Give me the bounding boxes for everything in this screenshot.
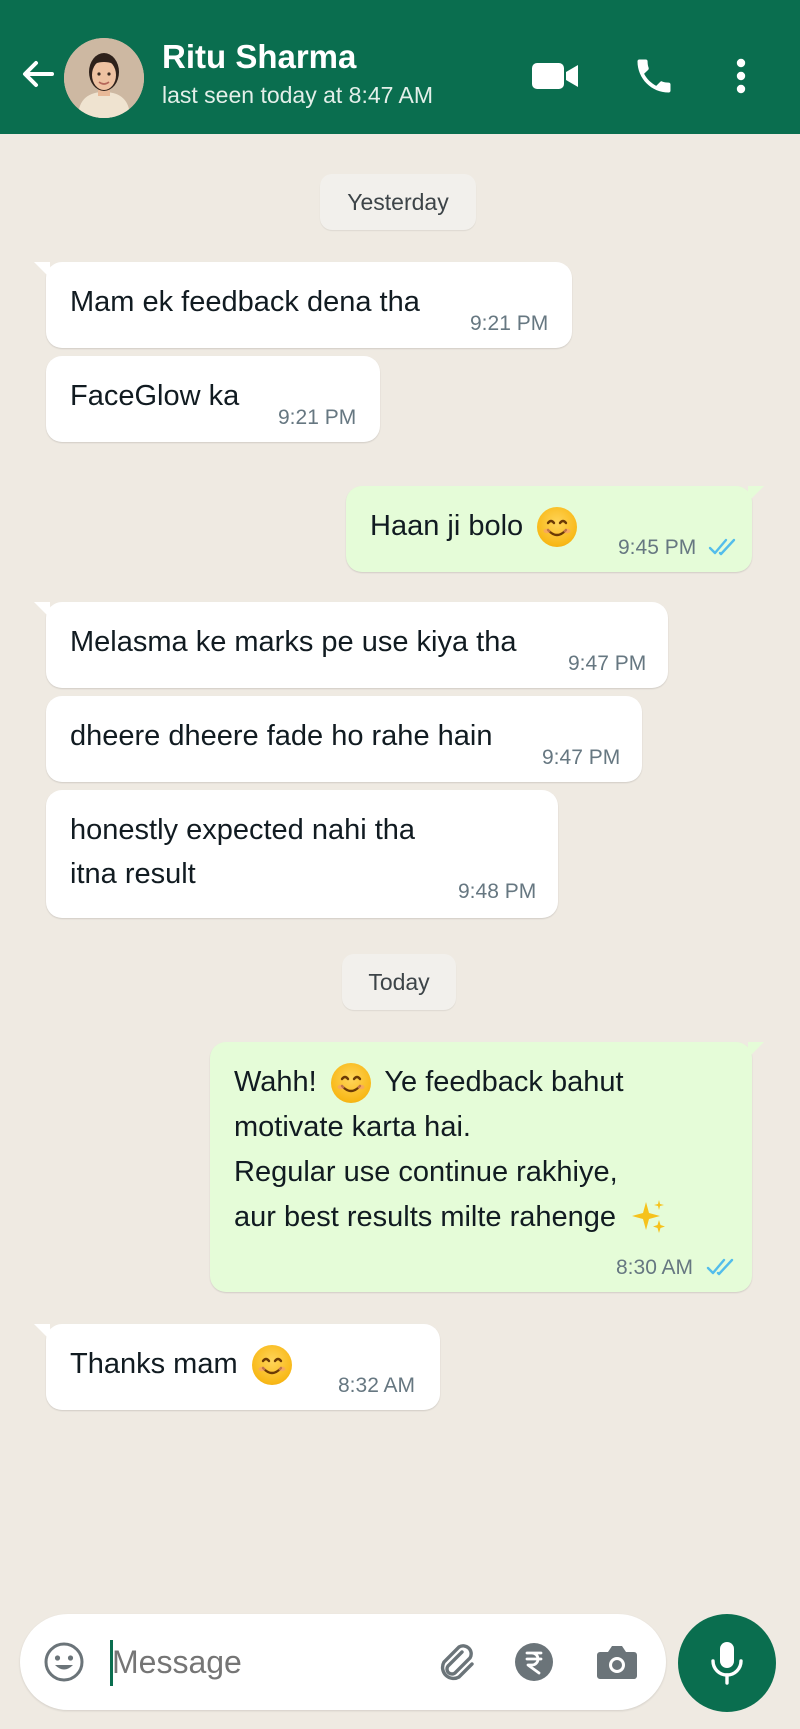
message-text-line: Wahh! <box>234 1066 317 1098</box>
read-receipt-icon <box>708 538 736 556</box>
rupee-payment-icon[interactable] <box>512 1640 556 1684</box>
mic-icon <box>711 1642 743 1685</box>
message-text: Melasma ke marks pe use kiya tha <box>70 626 517 658</box>
smiling-face-emoji-icon <box>251 1345 292 1386</box>
message-text: Mam ek feedback dena tha <box>70 286 420 318</box>
more-options-icon[interactable] <box>722 54 760 98</box>
message-bubble-incoming[interactable]: Mam ek feedback dena tha 9:21 PM <box>34 262 572 348</box>
message-bubble-incoming[interactable]: dheere dheere fade ho rahe hain 9:47 PM <box>46 696 642 782</box>
camera-icon[interactable] <box>594 1640 640 1684</box>
message-time: 8:30 AM <box>616 1256 694 1279</box>
bubble-tail <box>34 262 50 278</box>
message-time: 9:47 PM <box>542 746 621 769</box>
phone-call-icon[interactable] <box>632 54 676 98</box>
message-content: Wahh! Ye feedback bahut <box>234 1060 624 1105</box>
mic-button[interactable] <box>678 1614 776 1712</box>
message-text: Thanks mam <box>70 1348 238 1380</box>
smiling-face-emoji-icon <box>537 507 578 548</box>
message-input[interactable] <box>112 1638 432 1686</box>
message-content: Haan ji bolo <box>370 504 578 549</box>
message-time: 8:32 AM <box>338 1374 416 1397</box>
sparkles-emoji-icon <box>632 1200 666 1234</box>
bubble-tail <box>748 486 764 502</box>
avatar[interactable] <box>64 38 144 118</box>
message-text-line: itna result <box>70 858 196 890</box>
message-text: dheere dheere fade ho rahe hain <box>70 720 493 752</box>
message-text-line: motivate karta hai. <box>234 1111 471 1143</box>
message-time: 9:47 PM <box>568 652 647 675</box>
read-receipt-icon <box>706 1258 734 1276</box>
message-time: 9:21 PM <box>278 406 357 429</box>
last-seen-status: last seen today at 8:47 AM <box>162 82 434 108</box>
message-bubble-incoming[interactable]: Thanks mam 8:32 AM <box>34 1324 440 1410</box>
message-text-line: honestly expected nahi tha <box>70 814 416 846</box>
smiling-face-emoji-icon <box>330 1063 371 1104</box>
video-call-icon[interactable] <box>530 56 580 96</box>
message-text-line: aur best results milte rahenge <box>234 1201 617 1233</box>
message-time: 9:45 PM <box>618 536 697 559</box>
bubble-tail <box>34 1324 50 1340</box>
date-chip-today: Today <box>342 954 456 1010</box>
emoji-icon[interactable] <box>42 1640 86 1684</box>
bubble-tail <box>34 602 50 618</box>
message-bubble-outgoing[interactable]: Haan ji bolo 9:45 PM <box>346 486 764 572</box>
message-composer <box>20 1614 666 1710</box>
date-label: Today <box>368 968 430 995</box>
bubble-tail <box>748 1042 764 1058</box>
chat-area: Yesterday Mam ek feedback dena tha 9:21 … <box>0 134 800 1594</box>
chat-header: Ritu Sharma last seen today at 8:47 AM <box>0 0 800 134</box>
message-bubble-outgoing[interactable]: Wahh! Ye feedback bahut motivate karta h… <box>210 1042 764 1292</box>
date-chip-yesterday: Yesterday <box>320 174 476 230</box>
contact-name[interactable]: Ritu Sharma <box>162 38 356 76</box>
message-time: 9:21 PM <box>470 312 549 335</box>
message-text-line: Regular use continue rakhiye, <box>234 1156 618 1188</box>
message-text: Haan ji bolo <box>370 510 524 542</box>
message-text-line: Ye feedback bahut <box>384 1066 624 1098</box>
message-content: aur best results milte rahenge <box>234 1195 668 1240</box>
back-arrow-icon[interactable] <box>16 52 60 96</box>
message-bubble-incoming[interactable]: honestly expected nahi tha itna result 9… <box>46 790 558 918</box>
message-bubble-incoming[interactable]: Melasma ke marks pe use kiya tha 9:47 PM <box>34 602 668 688</box>
date-label: Yesterday <box>347 188 449 215</box>
message-time: 9:48 PM <box>458 880 537 903</box>
message-text: FaceGlow ka <box>70 380 240 412</box>
message-content: Thanks mam <box>70 1342 292 1387</box>
attach-icon[interactable] <box>432 1638 480 1686</box>
message-bubble-incoming[interactable]: FaceGlow ka 9:21 PM <box>46 356 380 442</box>
